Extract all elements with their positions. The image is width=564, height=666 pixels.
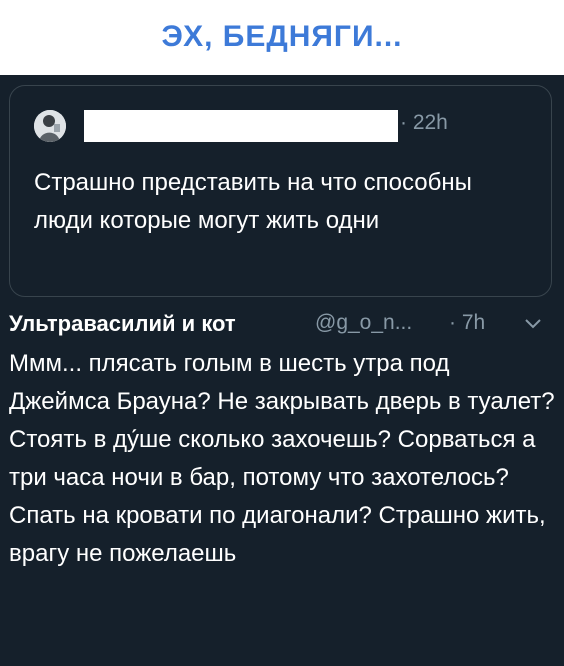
chevron-down-icon[interactable] (523, 317, 543, 331)
author-handle[interactable]: @g_o_n... (315, 311, 412, 335)
meme-header: ЭХ, БЕДНЯГИ... (0, 0, 564, 75)
reply-tweet-header: Ультравасилий и кот @g_o_n... · 7h (9, 303, 557, 343)
quoted-tweet-text: Страшно представить на что способны люди… (34, 169, 472, 234)
quoted-tweet-card[interactable]: · 22h Страшно представить на что способн… (9, 85, 552, 297)
reply-tweet-text: Ммм... плясать голым в шесть утра под Дж… (9, 350, 555, 567)
reply-tweet-time[interactable]: · 7h (449, 311, 485, 335)
author-name[interactable]: Ультравасилий и кот (9, 311, 236, 337)
meme-title: ЭХ, БЕДНЯГИ... (161, 20, 403, 53)
avatar-image (34, 110, 66, 142)
tweet-screenshot: · 22h Страшно представить на что способн… (0, 75, 564, 666)
quoted-tweet-time[interactable]: · 22h (400, 111, 448, 135)
chevron-down-icon-glyph (525, 319, 541, 329)
redacted-username-bar (84, 110, 398, 142)
avatar[interactable] (34, 110, 66, 142)
meme-page: ЭХ, БЕДНЯГИ... · 22h Страшно представить… (0, 0, 564, 666)
